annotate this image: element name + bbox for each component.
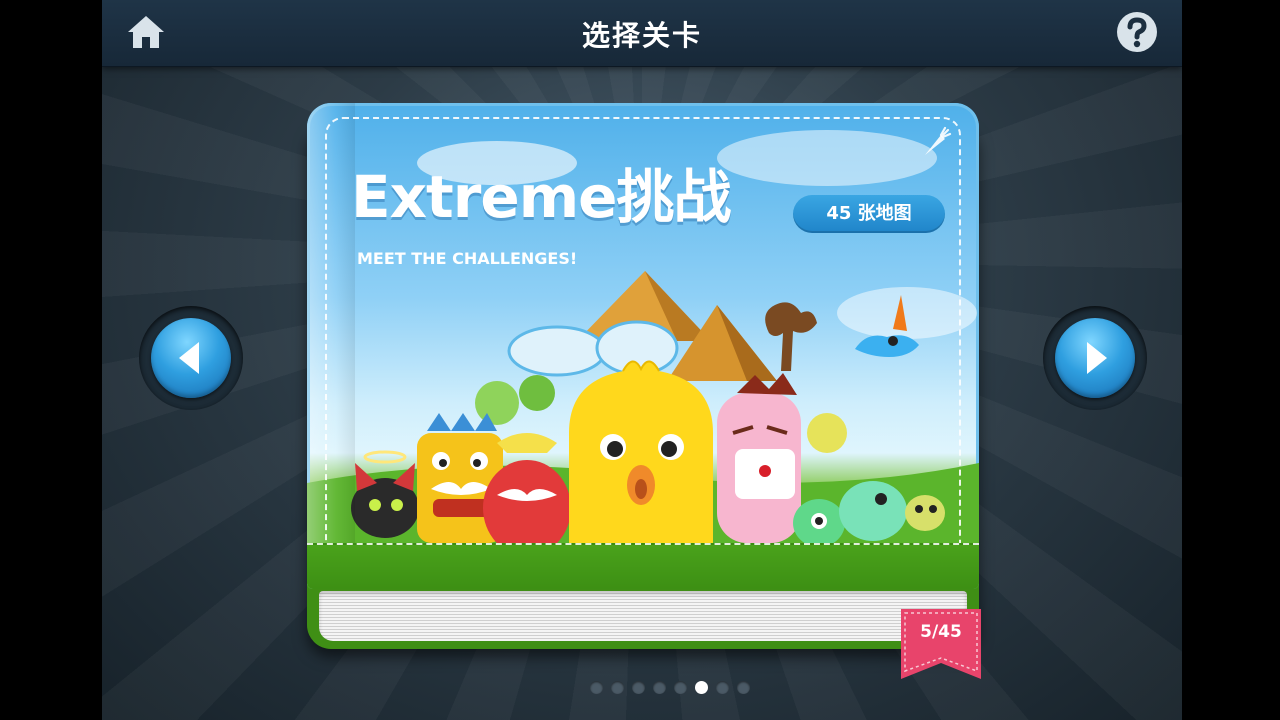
page-dot[interactable] xyxy=(653,681,666,694)
page-dot[interactable] xyxy=(674,681,687,694)
help-button[interactable] xyxy=(1116,11,1158,53)
level-book-card[interactable]: Extreme挑战 MEET THE CHALLENGES! 45 张地图 5/… xyxy=(307,103,981,679)
next-page-button[interactable] xyxy=(1043,306,1147,410)
map-count-badge: 45 张地图 xyxy=(793,195,945,233)
book-pages xyxy=(319,591,967,641)
page-title: 选择关卡 xyxy=(581,19,702,52)
bookmark-ribbon-shape xyxy=(901,609,981,679)
arrow-left-icon xyxy=(179,342,199,374)
page-indicator-text: 5/45 xyxy=(920,622,962,642)
cover-bottom-band xyxy=(307,543,979,589)
page-dot[interactable] xyxy=(611,681,624,694)
previous-page-button[interactable] xyxy=(139,306,243,410)
help-icon xyxy=(1117,12,1157,52)
arrow-right-icon xyxy=(1087,342,1107,374)
carrot-icon xyxy=(925,126,952,155)
page-dot[interactable] xyxy=(590,681,603,694)
book-cover: Extreme挑战 MEET THE CHALLENGES! 45 张地图 xyxy=(307,103,979,589)
level-select-screen: 选择关卡 Extreme挑战 MEET THE CHALLENGES! 45 张… xyxy=(102,0,1182,720)
book-subtitle: MEET THE CHALLENGES! xyxy=(357,249,578,268)
book-title: Extreme挑战 xyxy=(351,163,731,231)
page-dot[interactable] xyxy=(695,681,708,694)
page-dot[interactable] xyxy=(716,681,729,694)
page-indicator-ribbon: 5/45 xyxy=(899,609,983,679)
top-bar: 选择关卡 xyxy=(102,0,1182,67)
page-dot[interactable] xyxy=(632,681,645,694)
page-dot[interactable] xyxy=(737,681,750,694)
